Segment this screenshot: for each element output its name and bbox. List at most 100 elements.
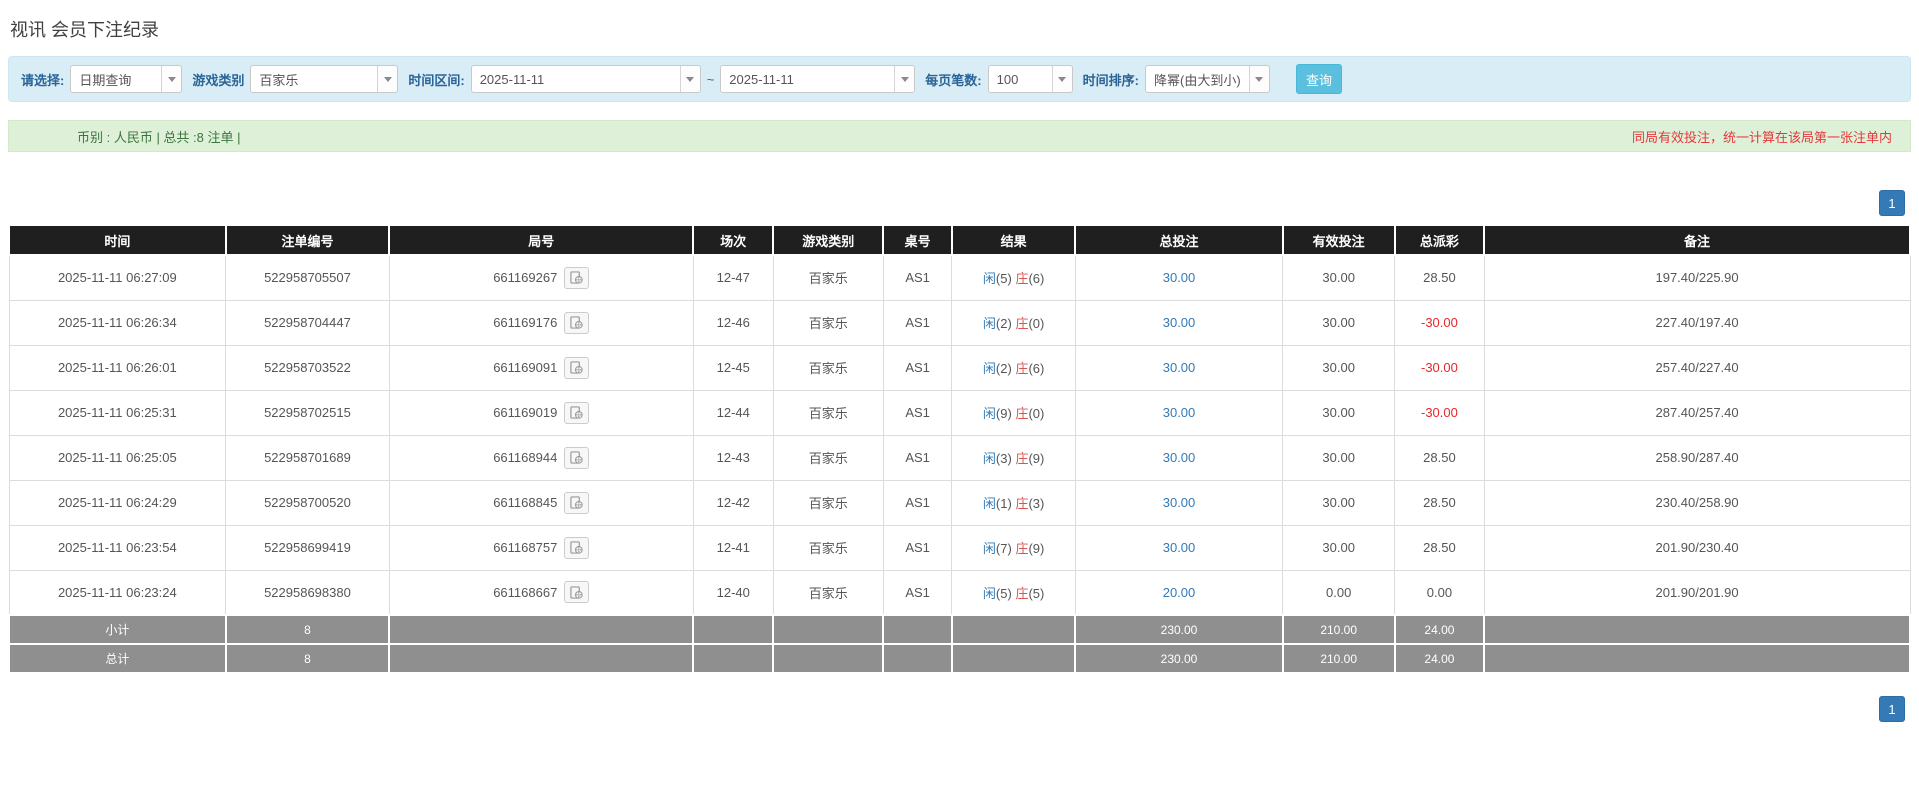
video-replay-button[interactable]: [564, 537, 589, 559]
total-bet-link[interactable]: 30.00: [1163, 360, 1196, 375]
remark: 197.40/225.90: [1484, 255, 1910, 300]
video-replay-button[interactable]: [564, 402, 589, 424]
round-id: 661169019: [493, 405, 557, 420]
round-id-cell: 661169091: [389, 345, 693, 390]
page-size-select[interactable]: 100: [988, 65, 1073, 93]
video-replay-button[interactable]: [564, 357, 589, 379]
payout-cell: -30.00: [1395, 345, 1484, 390]
bet-time: 2025-11-11 06:25:05: [9, 435, 226, 480]
subtotal-empty-cell: [1484, 615, 1910, 644]
time-sort-select[interactable]: 降幂(由大到小): [1145, 65, 1270, 93]
banker-result-value: (0): [1028, 406, 1044, 421]
remark: 230.40/258.90: [1484, 480, 1910, 525]
video-film-icon: [570, 451, 583, 464]
total-label: 总计: [9, 644, 226, 673]
subtotal-empty-cell: [883, 615, 951, 644]
remark: 201.90/230.40: [1484, 525, 1910, 570]
range-separator: ~: [707, 72, 715, 87]
payout-value: 28.50: [1423, 450, 1456, 465]
bet-id: 522958701689: [226, 435, 389, 480]
total-bet-cell: 30.00: [1075, 525, 1282, 570]
chevron-down-icon: [1052, 66, 1072, 92]
payout-value: 0.00: [1427, 585, 1452, 600]
valid-bet: 0.00: [1283, 570, 1395, 615]
round-id: 661169176: [493, 315, 557, 330]
subtotal-row: 小计 8 230.00 210.00 24.00: [9, 615, 1910, 644]
round-id: 661168757: [493, 540, 557, 555]
round-id-cell: 661169176: [389, 300, 693, 345]
payout-cell: 28.50: [1395, 480, 1484, 525]
query-type-select[interactable]: 日期查询: [70, 65, 182, 93]
bet-id: 522958702515: [226, 390, 389, 435]
bet-time: 2025-11-11 06:23:54: [9, 525, 226, 570]
col-header-round-id: 局号: [389, 225, 693, 255]
table-no: AS1: [883, 570, 951, 615]
result-cell: 闲(5) 庄(5): [952, 570, 1076, 615]
table-no: AS1: [883, 525, 951, 570]
player-result-value: (2): [996, 361, 1012, 376]
bet-time: 2025-11-11 06:27:09: [9, 255, 226, 300]
round-id: 661168845: [493, 495, 557, 510]
game-type: 百家乐: [773, 525, 883, 570]
video-replay-button[interactable]: [564, 447, 589, 469]
subtotal-empty-cell: [389, 615, 693, 644]
table-row: 2025-11-11 06:25:05 522958701689 6611689…: [9, 435, 1910, 480]
game-type: 百家乐: [773, 390, 883, 435]
game-type: 百家乐: [773, 570, 883, 615]
banker-result-label: 庄: [1015, 496, 1028, 511]
date-from-select[interactable]: 2025-11-11: [471, 65, 701, 93]
date-to-select[interactable]: 2025-11-11: [720, 65, 915, 93]
result-cell: 闲(5) 庄(6): [952, 255, 1076, 300]
date-range-label: 时间区间:: [408, 70, 464, 89]
video-replay-button[interactable]: [564, 312, 589, 334]
banker-result-value: (3): [1028, 496, 1044, 511]
round-id: 661168667: [493, 585, 557, 600]
table-header-row: 时间 注单编号 局号 场次 游戏类别 桌号 结果 总投注 有效投注 总派彩 备注: [9, 225, 1910, 255]
video-replay-button[interactable]: [564, 492, 589, 514]
payout-value: -30.00: [1421, 315, 1458, 330]
banker-result-value: (0): [1028, 316, 1044, 331]
total-bet-link[interactable]: 20.00: [1163, 585, 1196, 600]
total-bet-link[interactable]: 30.00: [1163, 405, 1196, 420]
page-size-label: 每页笔数:: [925, 70, 981, 89]
game-type: 百家乐: [773, 480, 883, 525]
col-header-bet-id: 注单编号: [226, 225, 389, 255]
total-total-bet: 230.00: [1075, 644, 1282, 673]
payout-cell: 0.00: [1395, 570, 1484, 615]
subtotal-empty-cell: [952, 615, 1076, 644]
date-from-value: 2025-11-11: [472, 72, 680, 87]
valid-bet: 30.00: [1283, 255, 1395, 300]
total-bet-link[interactable]: 30.00: [1163, 450, 1196, 465]
total-bet-cell: 30.00: [1075, 345, 1282, 390]
table-no: AS1: [883, 345, 951, 390]
banker-result-label: 庄: [1015, 541, 1028, 556]
bet-id: 522958698380: [226, 570, 389, 615]
subtotal-payout: 24.00: [1395, 615, 1484, 644]
remark: 227.40/197.40: [1484, 300, 1910, 345]
page-1-button[interactable]: 1: [1879, 696, 1905, 722]
total-bet-cell: 30.00: [1075, 435, 1282, 480]
game-type-label: 游戏类别: [192, 70, 244, 89]
total-empty-cell: [693, 644, 773, 673]
page-1-button[interactable]: 1: [1879, 190, 1905, 216]
banker-result-value: (6): [1028, 271, 1044, 286]
valid-bet: 30.00: [1283, 435, 1395, 480]
total-bet-link[interactable]: 30.00: [1163, 540, 1196, 555]
total-bet-link[interactable]: 30.00: [1163, 315, 1196, 330]
game-type-select[interactable]: 百家乐: [250, 65, 398, 93]
player-result-label: 闲: [983, 586, 996, 601]
query-type-value: 日期查询: [71, 70, 161, 89]
valid-bet-note: 同局有效投注，统一计算在该局第一张注单内: [1632, 127, 1910, 146]
video-replay-button[interactable]: [564, 267, 589, 289]
search-button[interactable]: 查询: [1296, 64, 1342, 94]
remark: 287.40/257.40: [1484, 390, 1910, 435]
video-replay-button[interactable]: [564, 581, 589, 603]
bet-time: 2025-11-11 06:23:24: [9, 570, 226, 615]
round-id-cell: 661169267: [389, 255, 693, 300]
table-no: AS1: [883, 480, 951, 525]
session: 12-45: [693, 345, 773, 390]
bet-id: 522958703522: [226, 345, 389, 390]
total-bet-link[interactable]: 30.00: [1163, 495, 1196, 510]
total-bet-link[interactable]: 30.00: [1163, 270, 1196, 285]
round-id: 661168944: [493, 450, 557, 465]
